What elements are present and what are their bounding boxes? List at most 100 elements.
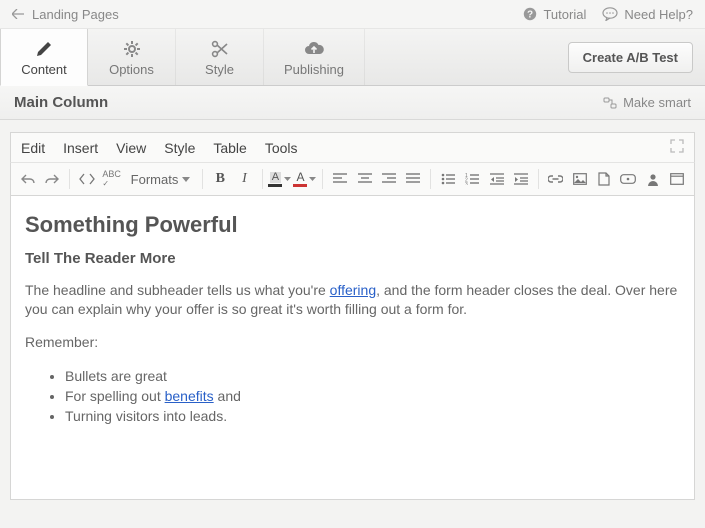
link-icon [548,174,563,184]
tab-style[interactable]: Style [176,29,264,85]
arrow-left-icon [12,9,24,19]
bullet-list-icon [441,173,455,185]
tutorial-label: Tutorial [543,7,586,22]
svg-text:?: ? [527,10,533,21]
primary-tabs: Content Options Style Publishing Create … [0,28,705,86]
expand-icon [670,139,684,153]
align-justify-button[interactable] [402,167,424,191]
tab-options[interactable]: Options [88,29,176,85]
align-justify-icon [406,173,420,185]
scissors-icon [210,39,230,59]
image-button[interactable] [569,167,591,191]
cta-icon [620,174,636,184]
bullet-list-button[interactable] [437,167,459,191]
person-icon [647,173,659,186]
bold-button[interactable]: B [209,167,231,191]
make-smart-button[interactable]: Make smart [603,95,691,110]
chat-icon [602,7,618,21]
menu-style[interactable]: Style [164,140,195,156]
forecolor-button[interactable]: A [293,167,316,191]
help-circle-icon: ? [523,7,537,21]
menu-view[interactable]: View [116,140,146,156]
undo-button[interactable] [17,167,39,191]
spellcheck-button[interactable]: ABC✓ [100,167,122,191]
align-left-icon [333,173,347,185]
file-icon [598,172,610,186]
doc-heading-1: Something Powerful [25,212,680,238]
text-span: For spelling out [65,388,165,404]
numbered-list-icon: 123 [465,173,479,185]
tab-content-label: Content [21,62,67,77]
align-center-icon [358,173,372,185]
outdent-icon [490,173,504,185]
link-button[interactable] [545,167,567,191]
make-smart-label: Make smart [623,95,691,110]
caret-down-icon [284,177,291,181]
menu-edit[interactable]: Edit [21,140,45,156]
back-label: Landing Pages [32,7,119,22]
tab-style-label: Style [205,62,234,77]
align-right-icon [382,173,396,185]
outdent-button[interactable] [485,167,507,191]
formats-dropdown[interactable]: Formats [125,167,197,191]
numbered-list-button[interactable]: 123 [461,167,483,191]
gear-icon [122,39,142,59]
embed-icon [670,173,684,185]
doc-paragraph-1: The headline and subheader tells us what… [25,281,680,319]
tab-options-label: Options [109,62,154,77]
source-code-button[interactable] [76,167,98,191]
text-span: The headline and subheader tells us what… [25,282,330,298]
editor-content[interactable]: Something Powerful Tell The Reader More … [10,196,695,500]
tutorial-link[interactable]: ? Tutorial [523,7,586,22]
align-left-button[interactable] [329,167,351,191]
pencil-icon [34,39,54,59]
indent-button[interactable] [510,167,532,191]
editor-toolbar: ABC✓ Formats B I A A 123 [10,162,695,196]
section-header: Main Column Make smart [0,86,705,120]
link-offering[interactable]: offering [330,282,376,298]
need-help-link[interactable]: Need Help? [602,7,693,22]
need-help-label: Need Help? [624,7,693,22]
smart-icon [603,97,617,109]
doc-bullet-list: Bullets are great For spelling out benef… [25,366,680,427]
embed-button[interactable] [666,167,688,191]
tab-content[interactable]: Content [0,29,88,86]
italic-button[interactable]: I [233,167,255,191]
fullscreen-button[interactable] [670,139,684,156]
redo-button[interactable] [41,167,63,191]
cloud-upload-icon [303,40,325,58]
doc-paragraph-2: Remember: [25,333,680,352]
list-item: Turning visitors into leads. [65,406,680,426]
editor: Edit Insert View Style Table Tools ABC✓ … [0,120,705,512]
undo-icon [21,173,35,185]
indent-icon [514,173,528,185]
code-icon [79,173,95,185]
formats-label: Formats [131,172,179,187]
text-span: and [214,388,241,404]
file-button[interactable] [593,167,615,191]
caret-down-icon [182,177,190,182]
menu-tools[interactable]: Tools [265,140,298,156]
tab-publishing[interactable]: Publishing [264,29,365,85]
svg-text:3: 3 [465,182,468,185]
caret-down-icon [309,177,316,181]
list-item: Bullets are great [65,366,680,386]
image-icon [573,173,587,185]
list-item: For spelling out benefits and [65,386,680,406]
section-title: Main Column [14,94,108,111]
menu-table[interactable]: Table [213,140,246,156]
top-bar: Landing Pages ? Tutorial Need Help? [0,0,705,28]
menu-insert[interactable]: Insert [63,140,98,156]
align-center-button[interactable] [354,167,376,191]
editor-menubar: Edit Insert View Style Table Tools [10,132,695,162]
tab-publishing-label: Publishing [284,62,344,77]
doc-heading-2: Tell The Reader More [25,250,680,267]
align-right-button[interactable] [378,167,400,191]
back-link[interactable]: Landing Pages [12,7,119,22]
create-ab-test-button[interactable]: Create A/B Test [568,42,693,73]
redo-icon [45,173,59,185]
personalize-button[interactable] [641,167,663,191]
link-benefits[interactable]: benefits [165,388,214,404]
cta-button[interactable] [617,167,639,191]
backcolor-button[interactable]: A [268,167,291,191]
